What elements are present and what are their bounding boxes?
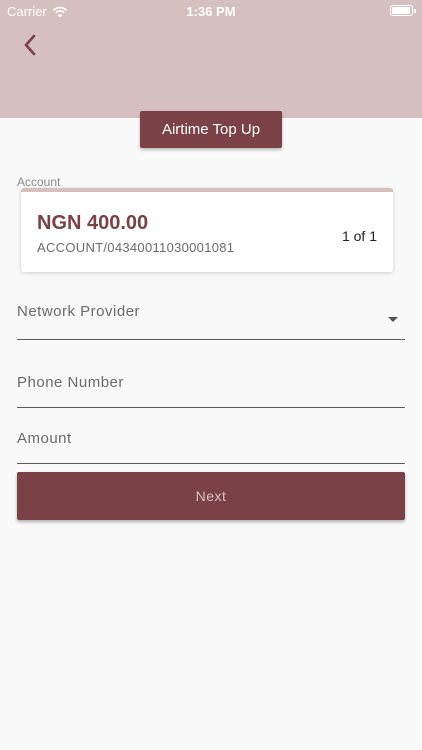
account-balance: NGN 400.00 xyxy=(37,212,149,234)
account-label: Account xyxy=(17,175,61,189)
network-provider-select[interactable]: Network Provider xyxy=(17,297,405,340)
amount-field[interactable]: Amount xyxy=(17,424,405,464)
account-card[interactable]: NGN 400.00 ACCOUNT/04340011030001081 1 o… xyxy=(21,188,393,272)
phone-number-field[interactable]: Phone Number xyxy=(17,368,405,408)
back-button[interactable] xyxy=(16,32,44,62)
amount-label: Amount xyxy=(17,430,72,447)
network-provider-label: Network Provider xyxy=(17,303,141,320)
status-bar: Carrier 1:36 PM xyxy=(0,0,422,22)
next-button[interactable]: Next xyxy=(17,472,405,520)
page-title: Airtime Top Up xyxy=(140,111,282,148)
account-pager: 1 of 1 xyxy=(341,228,377,244)
caret-down-icon xyxy=(388,317,398,322)
status-time: 1:36 PM xyxy=(186,4,236,19)
app-header: Carrier 1:36 PM xyxy=(0,0,422,118)
account-number: ACCOUNT/04340011030001081 xyxy=(37,240,235,255)
chevron-left-icon xyxy=(23,34,37,61)
battery-icon xyxy=(390,5,416,16)
phone-number-label: Phone Number xyxy=(17,374,124,391)
